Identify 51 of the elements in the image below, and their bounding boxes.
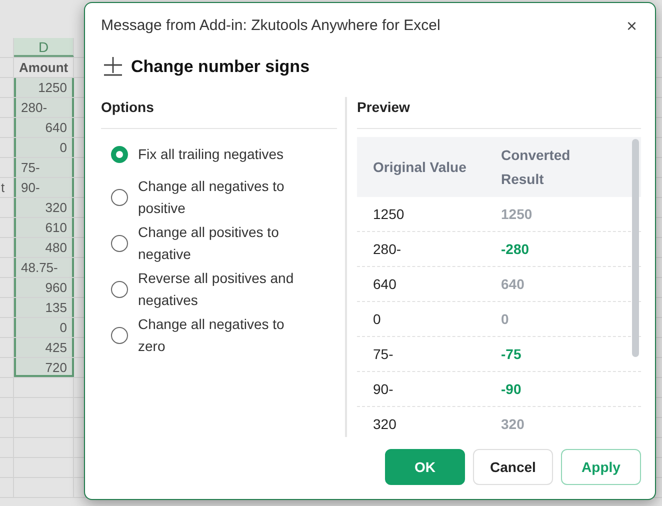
table-cell: -75	[501, 346, 522, 362]
radio-button[interactable]	[111, 188, 128, 206]
table-cell: 320	[501, 416, 524, 432]
table-cell: 640	[501, 276, 524, 292]
table-cell: 75-	[373, 346, 394, 362]
column-header: Original Value	[373, 158, 466, 174]
table-cell: 720	[45, 360, 67, 375]
section-title: Options	[101, 97, 337, 129]
plus-minus-icon	[103, 56, 123, 76]
header-cell: Amount	[19, 60, 68, 75]
cell-text: t	[1, 180, 5, 195]
table-cell: 610	[45, 220, 67, 235]
table-cell: 0	[60, 320, 67, 335]
table-cell: 0	[60, 140, 67, 155]
table-cell: 0	[373, 310, 381, 326]
table-cell: -280	[501, 240, 530, 256]
radio-button[interactable]	[111, 146, 128, 162]
table-cell: 0	[501, 310, 509, 326]
radio-option[interactable]: Reverse all positives and negatives	[111, 267, 337, 311]
radio-button[interactable]	[111, 280, 128, 298]
close-button[interactable]: ×	[622, 17, 641, 36]
window-title: Message from Add-in: Zkutools Anywhere for Excel	[101, 16, 440, 36]
column-header: Converted Result	[501, 146, 572, 189]
dialog-button[interactable]: Cancel	[473, 449, 553, 485]
radio-option[interactable]: Change all negatives to zero	[111, 313, 337, 357]
table-cell: 48.75-	[21, 260, 58, 275]
dialog-heading: Change number signs	[131, 56, 310, 78]
radio-option[interactable]: Change all positives to negative	[111, 221, 337, 265]
radio-option[interactable]: Fix all trailing negatives	[111, 143, 337, 165]
table-cell: 90-	[21, 180, 40, 195]
radio-button[interactable]	[111, 234, 128, 252]
radio-button[interactable]	[111, 326, 128, 344]
table-cell: 1250	[501, 206, 532, 222]
table-cell: 425	[45, 340, 67, 355]
table-cell: 75-	[21, 160, 40, 175]
table-cell: 960	[45, 280, 67, 295]
table-cell: 135	[45, 300, 67, 315]
scrollbar[interactable]	[632, 139, 639, 357]
table-cell: 480	[45, 240, 67, 255]
table-cell: 280-	[21, 100, 48, 115]
table-cell: -90	[501, 380, 522, 396]
table-cell: 280-	[373, 240, 402, 256]
table-cell: 640	[45, 120, 67, 135]
radio-option[interactable]: Change all negatives to positive	[111, 175, 337, 219]
table-cell: 320	[373, 416, 396, 432]
table-cell: 320	[45, 200, 67, 215]
table-cell: 1250	[373, 206, 404, 222]
table-cell: 1250	[38, 80, 67, 95]
table-cell: 90-	[373, 380, 394, 396]
table-cell: 640	[373, 276, 396, 292]
section-title: Preview	[357, 97, 641, 129]
